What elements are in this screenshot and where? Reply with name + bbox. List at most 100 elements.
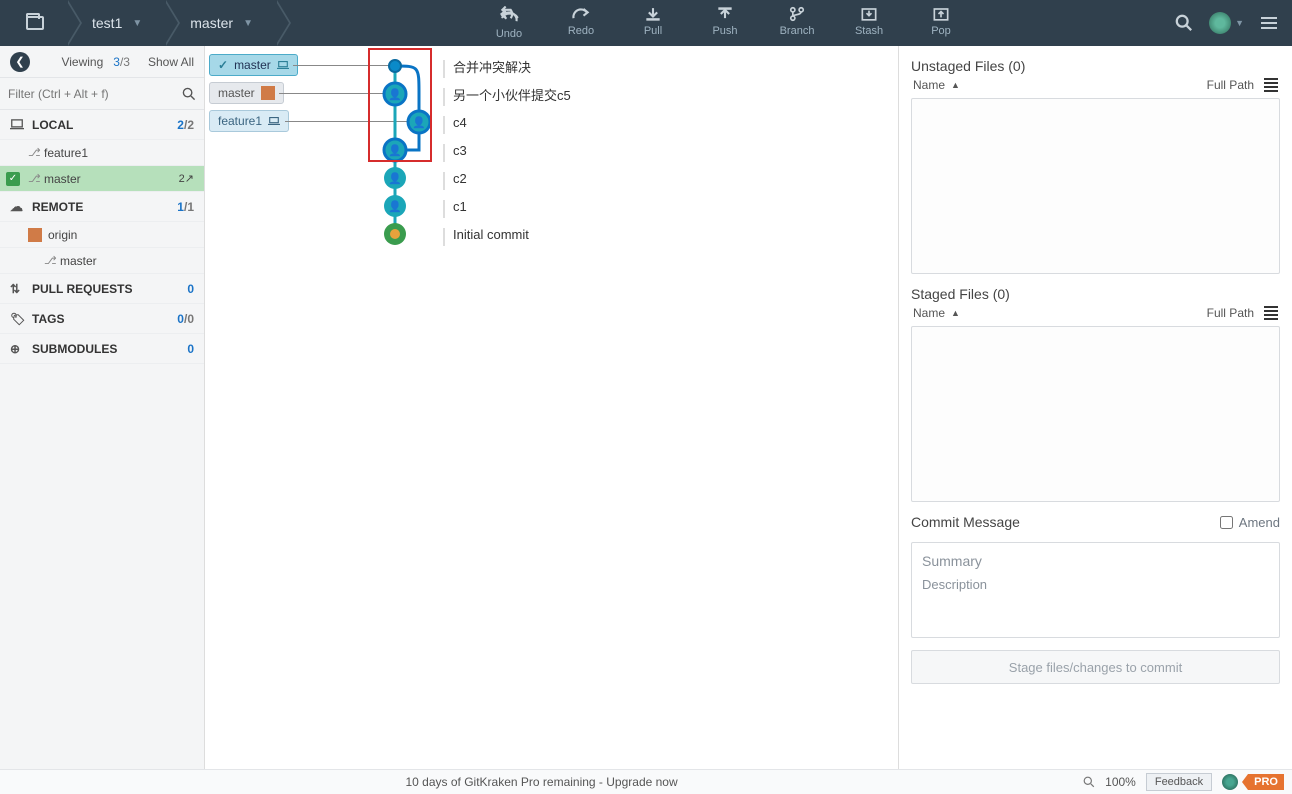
show-all-button[interactable]: Show All bbox=[148, 55, 194, 69]
push-icon bbox=[715, 6, 735, 22]
folder-crumb[interactable] bbox=[0, 0, 66, 46]
branch-name: master bbox=[190, 15, 233, 31]
commit-message-label: Commit Message bbox=[911, 514, 1020, 530]
hamburger-icon[interactable] bbox=[1260, 14, 1278, 32]
search-icon[interactable] bbox=[1083, 776, 1095, 788]
pop-icon bbox=[931, 6, 951, 22]
ref-feature1[interactable]: feature1 bbox=[209, 110, 289, 132]
avatar bbox=[261, 86, 275, 100]
unstaged-title: Unstaged Files (0) bbox=[911, 58, 1280, 74]
pull-button[interactable]: Pull ▼ bbox=[629, 6, 677, 40]
pull-icon bbox=[643, 6, 663, 22]
branch-button[interactable]: Branch bbox=[773, 6, 821, 40]
staged-list[interactable] bbox=[911, 326, 1280, 502]
back-button[interactable]: ❮ bbox=[10, 52, 30, 72]
repo-name: test1 bbox=[92, 15, 122, 31]
sidebar-header: ❮ Viewing 3/3 Show All bbox=[0, 46, 204, 78]
search-icon[interactable] bbox=[182, 87, 196, 101]
branch-icon: ⎇ bbox=[44, 254, 54, 267]
tags-header[interactable]: 🏷 TAGS 0/0 bbox=[0, 304, 204, 334]
description-placeholder: Description bbox=[922, 577, 1269, 592]
ref-master-remote[interactable]: master bbox=[209, 82, 284, 104]
remote-section-header[interactable]: ☁ REMOTE 1/1 bbox=[0, 192, 204, 222]
commit-row[interactable]: 合并冲突解决 bbox=[453, 52, 531, 80]
folder-icon bbox=[26, 16, 44, 30]
unstaged-list[interactable] bbox=[911, 98, 1280, 274]
summary-placeholder: Summary bbox=[922, 553, 1269, 569]
svg-text:👤: 👤 bbox=[388, 200, 402, 213]
topbar: test1 ▼ master ▼ Undo Redo Pull ▼ Push bbox=[0, 0, 1292, 46]
laptop-icon bbox=[10, 119, 24, 130]
check-icon: ✓ bbox=[6, 172, 20, 186]
laptop-icon bbox=[268, 116, 280, 126]
branch-icon: ⎇ bbox=[28, 146, 38, 159]
unstaged-header: Name▲ Full Path bbox=[911, 74, 1280, 98]
right-panel: Unstaged Files (0) Name▲ Full Path Stage… bbox=[898, 46, 1292, 769]
stash-button[interactable]: Stash bbox=[845, 6, 893, 40]
sort-asc-icon[interactable]: ▲ bbox=[951, 80, 960, 90]
commit-row[interactable]: 另一个小伙伴提交c5 bbox=[453, 80, 571, 108]
topbar-right: ▼ bbox=[1175, 12, 1292, 34]
laptop-icon bbox=[277, 60, 289, 70]
amend-checkbox[interactable] bbox=[1220, 516, 1233, 529]
zoom-level[interactable]: 100% bbox=[1105, 775, 1136, 789]
commit-graph: ✓ master master feature1 👤 👤 👤 👤 👤 bbox=[205, 46, 898, 769]
filter-input[interactable] bbox=[8, 87, 182, 101]
branch-feature1[interactable]: ⎇ feature1 bbox=[0, 140, 204, 166]
remote-branch-master[interactable]: ⎇ master bbox=[0, 248, 204, 274]
avatar bbox=[28, 228, 42, 242]
search-icon[interactable] bbox=[1175, 14, 1193, 32]
profile-menu[interactable]: ▼ bbox=[1209, 12, 1244, 34]
pull-requests-header[interactable]: ⇅ PULL REQUESTS 0 bbox=[0, 274, 204, 304]
filter-row bbox=[0, 78, 204, 110]
push-button[interactable]: Push bbox=[701, 6, 749, 40]
feedback-button[interactable]: Feedback bbox=[1146, 773, 1212, 791]
submodule-icon: ⊕ bbox=[10, 342, 24, 356]
redo-icon bbox=[571, 6, 591, 22]
upgrade-link[interactable]: 10 days of GitKraken Pro remaining - Upg… bbox=[0, 775, 1083, 789]
gitkraken-icon[interactable] bbox=[1222, 774, 1238, 790]
cloud-icon: ☁ bbox=[10, 199, 24, 215]
tag-icon: 🏷 bbox=[10, 312, 24, 326]
list-view-icon[interactable] bbox=[1264, 78, 1278, 92]
sort-asc-icon[interactable]: ▲ bbox=[951, 308, 960, 318]
ref-master-local[interactable]: ✓ master bbox=[209, 54, 298, 76]
toolbar: Undo Redo Pull ▼ Push Branch Stash Pop bbox=[275, 6, 1175, 40]
pop-button[interactable]: Pop bbox=[917, 6, 965, 40]
caret-down-icon: ▼ bbox=[1235, 18, 1244, 28]
redo-button[interactable]: Redo bbox=[557, 6, 605, 40]
stash-icon bbox=[859, 6, 879, 22]
sidebar: ❮ Viewing 3/3 Show All LOCAL 2/2 ⎇ featu… bbox=[0, 46, 205, 769]
list-view-icon[interactable] bbox=[1264, 306, 1278, 320]
local-section-header[interactable]: LOCAL 2/2 bbox=[0, 110, 204, 140]
branch-crumb[interactable]: master ▼ bbox=[164, 0, 275, 46]
staged-header: Name▲ Full Path bbox=[911, 302, 1280, 326]
viewing-label: Viewing bbox=[61, 55, 103, 69]
commit-row[interactable]: c4 bbox=[453, 108, 467, 136]
stage-commit-button[interactable]: Stage files/changes to commit bbox=[911, 650, 1280, 684]
submodules-header[interactable]: ⊕ SUBMODULES 0 bbox=[0, 334, 204, 364]
commit-row[interactable]: Initial commit bbox=[453, 220, 529, 248]
statusbar: 10 days of GitKraken Pro remaining - Upg… bbox=[0, 769, 1292, 794]
caret-down-icon: ▼ bbox=[666, 0, 674, 1]
pull-request-icon: ⇅ bbox=[10, 282, 24, 296]
commit-message-input[interactable]: Summary Description bbox=[911, 542, 1280, 638]
undo-icon bbox=[499, 9, 519, 25]
caret-down-icon: ▼ bbox=[132, 18, 142, 29]
caret-down-icon: ▼ bbox=[243, 18, 253, 29]
pro-badge[interactable]: PRO bbox=[1248, 774, 1284, 790]
breadcrumb: test1 ▼ master ▼ bbox=[0, 0, 275, 46]
undo-button[interactable]: Undo bbox=[485, 6, 533, 40]
check-icon: ✓ bbox=[218, 58, 228, 72]
staged-title: Staged Files (0) bbox=[911, 286, 1280, 302]
branch-icon bbox=[787, 6, 807, 22]
branch-icon: ⎇ bbox=[28, 172, 38, 185]
commit-row[interactable]: c3 bbox=[453, 136, 467, 164]
avatar bbox=[1209, 12, 1231, 34]
commit-row[interactable]: c2 bbox=[453, 164, 467, 192]
branch-master[interactable]: ✓ ⎇ master 2↗ bbox=[0, 166, 204, 192]
highlight-box bbox=[368, 48, 432, 162]
remote-origin[interactable]: origin bbox=[0, 222, 204, 248]
svg-text:👤: 👤 bbox=[388, 172, 402, 185]
commit-row[interactable]: c1 bbox=[453, 192, 467, 220]
